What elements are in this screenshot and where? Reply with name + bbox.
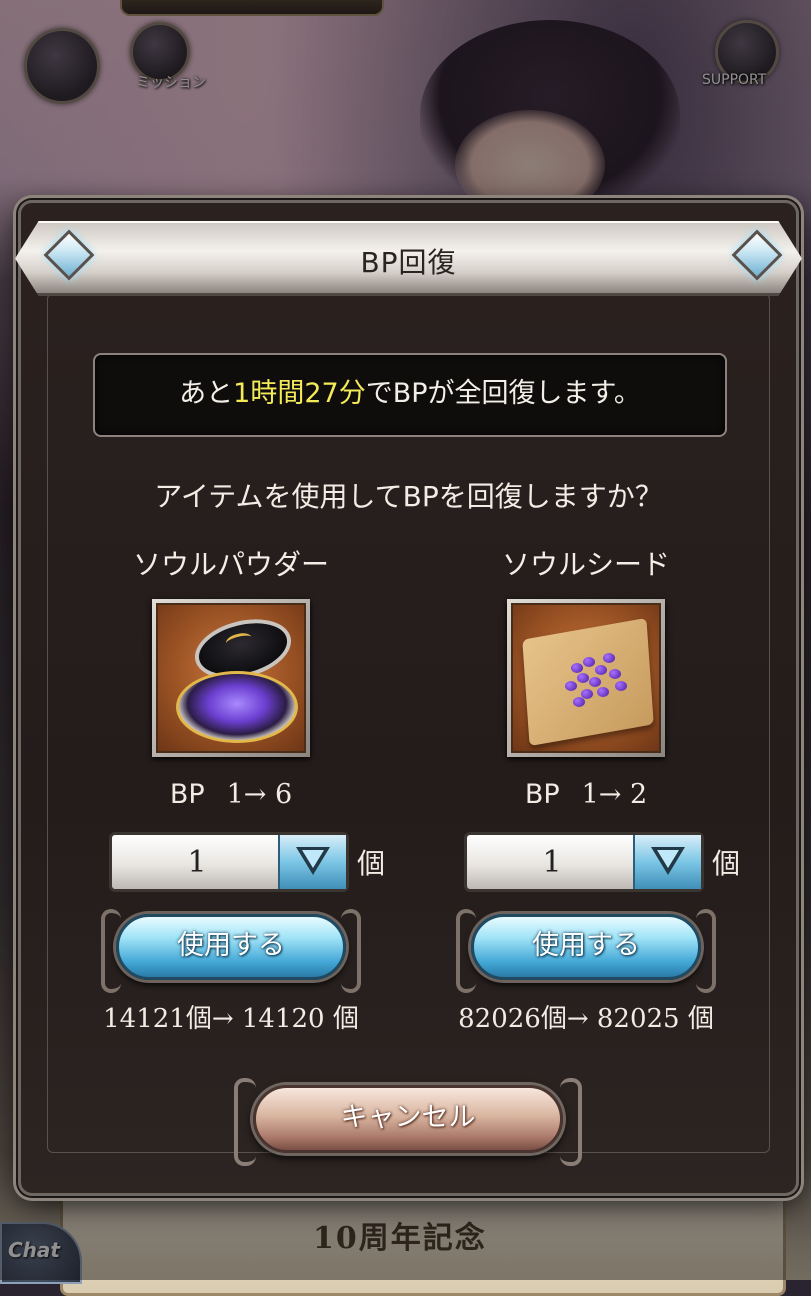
soul-powder-icon	[156, 603, 306, 753]
use-soul-seed-button[interactable]: 使用する	[456, 909, 716, 993]
quantity-select[interactable]: 1	[109, 832, 349, 892]
quantity-value: 1	[542, 845, 562, 880]
cancel-button[interactable]: キャンセル	[234, 1078, 582, 1166]
recovery-time-info: あと1時間27分でBPが全回復します。	[93, 353, 727, 437]
bp-change: 1→ 2	[581, 779, 648, 810]
bp-change-line: BP 1→ 2	[406, 779, 766, 810]
soul-seed-icon	[511, 603, 661, 753]
bp-change: 1→ 6	[226, 779, 293, 810]
item-soul-seed: ソウルシード BP 1→ 2 1 個 使用する 82026個→ 82025 個	[406, 543, 766, 1035]
info-prefix: あと	[179, 378, 234, 409]
dialog-title: BP回復	[360, 246, 457, 279]
inventory-count-change: 14121個→ 14120 個	[103, 1004, 359, 1034]
quantity-unit: 個	[357, 847, 386, 880]
item-soul-powder: ソウルパウダー BP 1→ 6 1 個 使用する 14121個→ 14120 個	[51, 543, 411, 1035]
chevron-down-icon	[651, 847, 685, 875]
recovery-time: 1時間27分	[233, 378, 366, 409]
item-name: ソウルシード	[501, 548, 670, 581]
quantity-row: 1 個	[51, 832, 411, 896]
bp-change-line: BP 1→ 6	[51, 779, 411, 810]
quantity-dropdown-button[interactable]	[278, 835, 346, 889]
info-suffix: でBPが全回復します。	[365, 378, 641, 409]
dialog-title-plate: BP回復	[15, 221, 802, 296]
quantity-row: 1 個	[406, 832, 766, 896]
item-image-frame	[507, 599, 665, 757]
quantity-unit: 個	[712, 847, 741, 880]
use-soul-powder-button[interactable]: 使用する	[101, 909, 361, 993]
bp-label: BP	[169, 779, 205, 810]
inventory-count-change: 82026個→ 82025 個	[458, 1004, 714, 1034]
bp-recovery-dialog: BP回復 あと1時間27分でBPが全回復します。 アイテムを使用してBPを回復し…	[15, 200, 802, 1196]
quantity-dropdown-button[interactable]	[633, 835, 701, 889]
item-name: ソウルパウダー	[132, 548, 329, 581]
bp-label: BP	[524, 779, 560, 810]
chevron-down-icon	[296, 847, 330, 875]
item-image-frame	[152, 599, 310, 757]
quantity-select[interactable]: 1	[464, 832, 704, 892]
quantity-value: 1	[187, 845, 207, 880]
use-item-question: アイテムを使用してBPを回復しますか？	[154, 480, 663, 513]
